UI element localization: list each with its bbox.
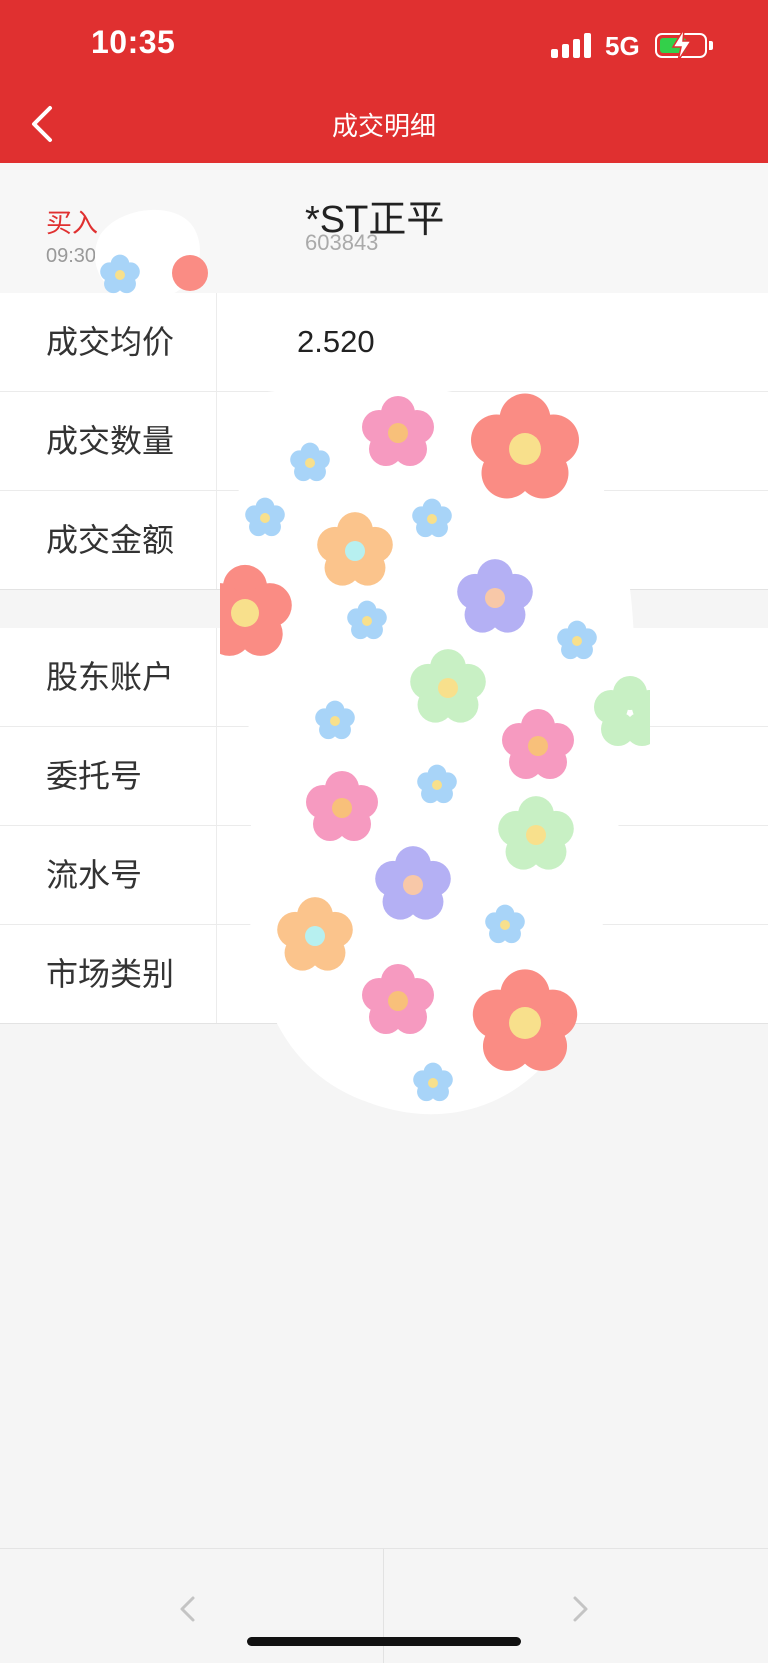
row-value: 2.520: [297, 324, 375, 359]
charging-bolt-icon: [671, 28, 693, 62]
column-divider: [216, 628, 217, 726]
account-info-table: 股东账户 委托号 流水号 市场类别: [0, 628, 768, 1024]
trade-time: 09:30: [46, 245, 97, 267]
trade-side-label: 买入: [46, 208, 99, 238]
stock-header: 买入 09:30 *ST正平 603843: [0, 163, 768, 293]
stock-code: 603843: [305, 230, 379, 255]
network-type: 5G: [605, 31, 640, 61]
column-divider: [216, 392, 217, 490]
row-label: 成交均价: [46, 324, 175, 360]
home-indicator: [247, 1637, 521, 1646]
row-label: 成交金额: [46, 522, 175, 558]
row-label: 委托号: [46, 758, 143, 794]
page-title: 成交明细: [331, 111, 436, 141]
column-divider: [216, 491, 217, 589]
column-divider: [216, 727, 217, 825]
prev-record-button[interactable]: [168, 1589, 208, 1629]
row-label: 股东账户: [46, 659, 175, 695]
column-divider: [216, 293, 217, 391]
status-time: 10:35: [91, 24, 176, 60]
column-divider: [216, 826, 217, 924]
trade-detail-table: 成交均价 2.520 成交数量 成交金额: [0, 293, 768, 590]
detail-row-quantity: 成交数量: [0, 392, 768, 491]
next-record-button[interactable]: [560, 1589, 600, 1629]
battery-cap: [709, 41, 713, 50]
top-header: 10:35 5G 成交明细: [0, 0, 768, 163]
detail-row-shareholder-account: 股东账户: [0, 628, 768, 727]
detail-row-amount: 成交金额: [0, 491, 768, 590]
signal-icon: [551, 32, 593, 58]
row-label: 成交数量: [46, 423, 175, 459]
detail-row-avg-price: 成交均价 2.520: [0, 293, 768, 392]
detail-row-serial-number: 流水号: [0, 826, 768, 925]
row-label: 市场类别: [46, 956, 175, 992]
detail-row-order-number: 委托号: [0, 727, 768, 826]
column-divider: [216, 925, 217, 1023]
row-label: 流水号: [46, 857, 143, 893]
detail-row-market-type: 市场类别: [0, 925, 768, 1024]
